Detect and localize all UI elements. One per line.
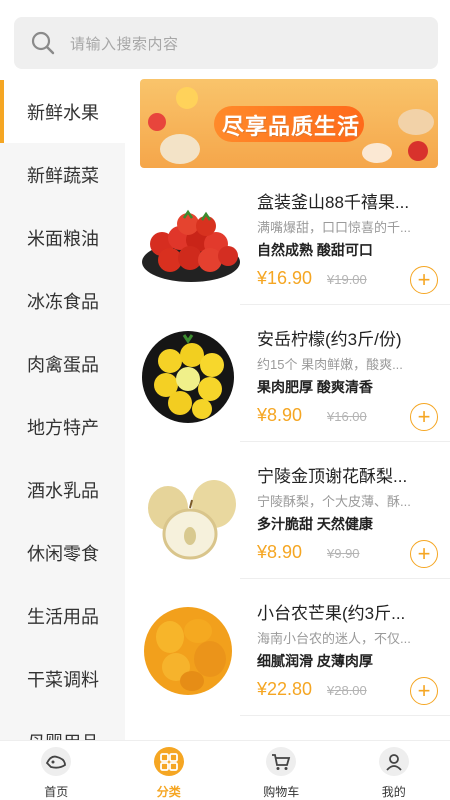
cherry-decoration xyxy=(408,141,428,161)
product-card[interactable]: 安岳柠檬(约3斤/份) 约15个 果肉鲜嫩，酸爽... 果肉肥厚 酸爽清香 ¥8… xyxy=(126,305,450,442)
sidebar-item-meat-eggs[interactable]: 肉禽蛋品 xyxy=(0,332,125,395)
product-original-price: ¥28.00 xyxy=(327,683,367,698)
tab-label: 我的 xyxy=(381,785,406,799)
tab-home[interactable]: 首页 xyxy=(0,741,113,800)
sidebar-item-drinks-dairy[interactable]: 酒水乳品 xyxy=(0,458,125,521)
sidebar-item-grain-oil[interactable]: 米面粮油 xyxy=(0,206,125,269)
search-input[interactable]: 请输入搜索内容 xyxy=(70,33,179,54)
plus-icon: + xyxy=(417,404,431,429)
cart-icon xyxy=(266,747,297,776)
product-name: 小台农芒果(约3斤... xyxy=(257,604,406,623)
sidebar-item-label: 冰冻食品 xyxy=(27,291,99,312)
product-original-price: ¥16.00 xyxy=(327,409,367,424)
sidebar-item-label: 干菜调料 xyxy=(27,669,99,690)
sidebar-item-label: 休闲零食 xyxy=(27,543,99,564)
tab-category[interactable]: 分类 xyxy=(113,741,226,800)
promo-banner[interactable]: 尽享品质生活 xyxy=(140,79,438,168)
product-card[interactable]: 宁陵金顶谢花酥梨... 宁陵酥梨，个大皮薄、酥... 多汁脆甜 天然健康 ¥8.… xyxy=(126,442,450,579)
product-original-price: ¥9.90 xyxy=(327,546,360,561)
category-sidebar: 新鲜水果 新鲜蔬菜 米面粮油 冰冻食品 肉禽蛋品 地方特产 酒水乳品 休闲零食 … xyxy=(0,80,125,740)
tab-label: 首页 xyxy=(44,785,69,799)
product-tags: 细腻润滑 皮薄肉厚 xyxy=(257,653,373,669)
sidebar-item-label: 地方特产 xyxy=(27,417,99,438)
product-description: 满嘴爆甜，口口惊喜的千... xyxy=(257,220,411,235)
sidebar-item-label: 新鲜水果 xyxy=(27,102,99,123)
search-icon xyxy=(30,30,56,56)
product-name: 盒装釜山88千禧果... xyxy=(257,193,410,212)
sidebar-item-fresh-fruit[interactable]: 新鲜水果 xyxy=(0,80,125,143)
plus-icon: + xyxy=(417,267,431,292)
sidebar-item-dry-goods[interactable]: 干菜调料 xyxy=(0,647,125,710)
product-tags: 自然成熟 酸甜可口 xyxy=(257,242,373,258)
add-to-cart-button[interactable]: + xyxy=(410,540,438,568)
lemon-image xyxy=(140,327,242,423)
product-tags: 多汁脆甜 天然健康 xyxy=(257,516,373,532)
sidebar-item-baby-products[interactable]: 母婴用品 xyxy=(0,710,125,741)
home-icon xyxy=(41,747,72,776)
sidebar-item-label: 生活用品 xyxy=(27,606,99,627)
product-price: ¥16.90 xyxy=(257,268,313,288)
sidebar-item-daily-goods[interactable]: 生活用品 xyxy=(0,584,125,647)
product-description: 海南小台农的迷人，不仅... xyxy=(257,631,411,646)
dessert-decoration xyxy=(398,109,434,135)
plus-icon: + xyxy=(417,678,431,703)
add-to-cart-button[interactable]: + xyxy=(410,403,438,431)
bowl-decoration xyxy=(160,134,200,164)
product-original-price: ¥19.00 xyxy=(327,272,367,287)
category-icon xyxy=(153,747,184,776)
sidebar-item-local-specialty[interactable]: 地方特产 xyxy=(0,395,125,458)
sidebar-item-label: 母婴用品 xyxy=(27,729,99,741)
cake-decoration xyxy=(362,143,392,163)
product-tags: 果肉肥厚 酸爽清香 xyxy=(257,379,373,395)
banner-title: 尽享品质生活 xyxy=(222,114,361,139)
tab-label: 分类 xyxy=(156,785,181,799)
add-to-cart-button[interactable]: + xyxy=(410,266,438,294)
fruit-decoration xyxy=(176,87,198,109)
sidebar-item-label: 肉禽蛋品 xyxy=(27,354,99,375)
sidebar-item-fresh-vegetables[interactable]: 新鲜蔬菜 xyxy=(0,143,125,206)
sidebar-item-snacks[interactable]: 休闲零食 xyxy=(0,521,125,584)
product-description: 宁陵酥梨，个大皮薄、酥... xyxy=(257,494,411,509)
product-price: ¥8.90 xyxy=(257,542,303,562)
product-name: 安岳柠檬(约3斤/份) xyxy=(257,330,402,349)
product-price: ¥22.80 xyxy=(257,679,313,699)
sidebar-item-label: 酒水乳品 xyxy=(27,480,99,501)
divider xyxy=(240,715,450,716)
product-description: 约15个 果肉鲜嫩，酸爽... xyxy=(257,357,403,372)
user-icon xyxy=(378,747,409,776)
search-bar[interactable]: 请输入搜索内容 xyxy=(14,17,438,69)
bottom-tab-bar: 首页 分类 购物车 我的 xyxy=(0,740,450,800)
sidebar-item-label: 新鲜蔬菜 xyxy=(27,165,99,186)
sidebar-item-frozen-food[interactable]: 冰冻食品 xyxy=(0,269,125,332)
tab-cart[interactable]: 购物车 xyxy=(225,741,338,800)
strawberry-decoration xyxy=(148,113,166,131)
cherry-tomato-image xyxy=(140,190,242,286)
tab-label: 购物车 xyxy=(263,785,300,799)
sidebar-item-label: 米面粮油 xyxy=(27,228,99,249)
product-card[interactable]: 小台农芒果(约3斤... 海南小台农的迷人，不仅... 细腻润滑 皮薄肉厚 ¥2… xyxy=(126,579,450,716)
product-name: 宁陵金顶谢花酥梨... xyxy=(257,467,408,486)
product-card[interactable]: 盒装釜山88千禧果... 满嘴爆甜，口口惊喜的千... 自然成熟 酸甜可口 ¥1… xyxy=(126,168,450,305)
plus-icon: + xyxy=(417,541,431,566)
mango-image xyxy=(140,601,242,697)
product-price: ¥8.90 xyxy=(257,405,303,425)
add-to-cart-button[interactable]: + xyxy=(410,677,438,705)
tab-profile[interactable]: 我的 xyxy=(338,741,450,800)
pear-image xyxy=(140,464,242,560)
